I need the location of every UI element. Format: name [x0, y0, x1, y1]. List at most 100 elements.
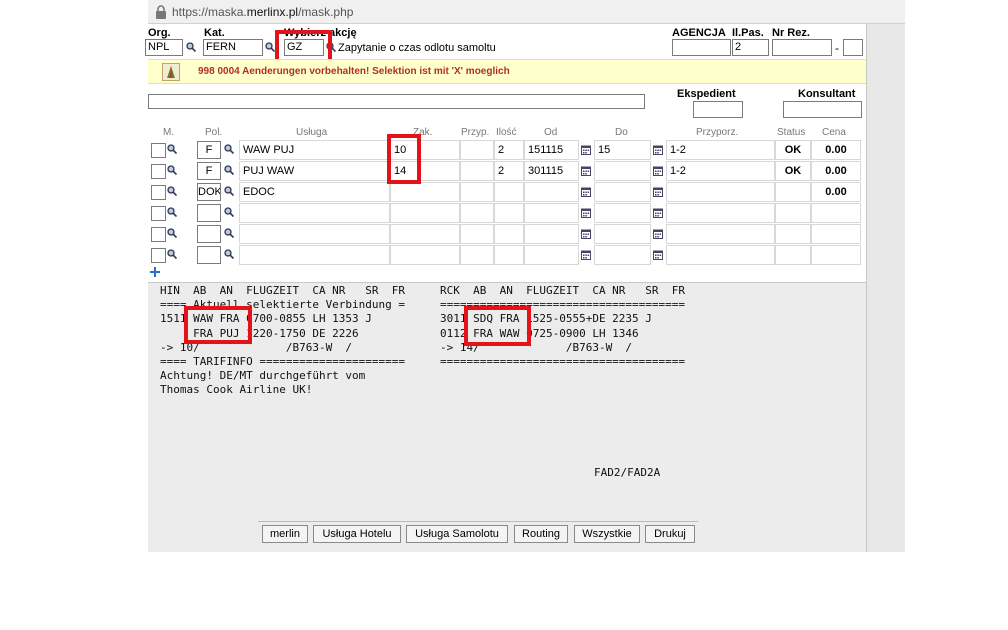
- ekspedient-field[interactable]: [693, 101, 743, 118]
- search-icon[interactable]: [224, 249, 235, 262]
- pol-field[interactable]: [197, 246, 221, 264]
- calendar-icon[interactable]: [653, 187, 663, 197]
- search-icon[interactable]: [167, 207, 178, 220]
- usluga-samolotu-button[interactable]: Usługa Samolotu: [406, 525, 508, 543]
- przyporz-cell[interactable]: [666, 203, 775, 223]
- row-mark-checkbox[interactable]: [151, 164, 166, 179]
- zak-cell[interactable]: [390, 224, 460, 244]
- calendar-icon[interactable]: [653, 145, 663, 155]
- calendar-icon[interactable]: [581, 166, 591, 176]
- konsultant-label: Konsultant: [798, 88, 856, 100]
- od-cell[interactable]: [524, 224, 579, 244]
- calendar-icon[interactable]: [653, 208, 663, 218]
- search-icon[interactable]: [186, 42, 196, 52]
- calendar-icon[interactable]: [653, 166, 663, 176]
- row-mark-checkbox[interactable]: [151, 143, 166, 158]
- calendar-icon[interactable]: [653, 229, 663, 239]
- nrrez-suffix-field[interactable]: [843, 39, 863, 56]
- ilosc-cell[interactable]: 2: [494, 140, 524, 160]
- search-icon[interactable]: [167, 165, 178, 178]
- przyp-cell[interactable]: [460, 161, 494, 181]
- do-cell[interactable]: [594, 182, 651, 202]
- org-field[interactable]: NPL: [145, 39, 183, 56]
- przyp-cell[interactable]: [460, 140, 494, 160]
- pol-field[interactable]: DOK: [197, 183, 221, 201]
- search-icon[interactable]: [224, 228, 235, 241]
- przyporz-cell[interactable]: 1-2: [666, 140, 775, 160]
- ilosc-cell[interactable]: [494, 245, 524, 265]
- od-cell[interactable]: 151115: [524, 140, 579, 160]
- calendar-icon[interactable]: [581, 208, 591, 218]
- przyp-cell[interactable]: [460, 245, 494, 265]
- ekspedient-label: Ekspedient: [677, 88, 736, 100]
- search-icon[interactable]: [167, 144, 178, 157]
- zak-cell[interactable]: [390, 245, 460, 265]
- status-cell: OK: [775, 161, 811, 181]
- plus-icon[interactable]: [150, 267, 160, 277]
- usluga-cell[interactable]: EDOC: [239, 182, 390, 202]
- pol-field[interactable]: F: [197, 162, 221, 180]
- zak-cell[interactable]: [390, 182, 460, 202]
- search-icon[interactable]: [167, 186, 178, 199]
- do-cell[interactable]: 15: [594, 140, 651, 160]
- routing-button[interactable]: Routing: [514, 525, 568, 543]
- pol-field[interactable]: [197, 225, 221, 243]
- ilosc-cell[interactable]: 2: [494, 161, 524, 181]
- usluga-cell[interactable]: [239, 203, 390, 223]
- przyporz-cell[interactable]: 1-2: [666, 161, 775, 181]
- usluga-hotelu-button[interactable]: Usługa Hotelu: [313, 525, 401, 543]
- od-cell[interactable]: 301115: [524, 161, 579, 181]
- search-icon[interactable]: [224, 165, 235, 178]
- przyporz-cell[interactable]: [666, 182, 775, 202]
- ilosc-cell[interactable]: [494, 203, 524, 223]
- calendar-icon[interactable]: [581, 250, 591, 260]
- calendar-icon[interactable]: [581, 187, 591, 197]
- ilpas-field[interactable]: 2: [732, 39, 769, 56]
- ilosc-cell[interactable]: [494, 224, 524, 244]
- agencja-field[interactable]: [672, 39, 731, 56]
- url-text[interactable]: https://maska.merlinx.pl/mask.php: [172, 5, 353, 19]
- przyporz-cell[interactable]: [666, 245, 775, 265]
- pol-field[interactable]: [197, 204, 221, 222]
- od-cell[interactable]: [524, 203, 579, 223]
- row-mark-checkbox[interactable]: [151, 248, 166, 263]
- zak-cell[interactable]: [390, 203, 460, 223]
- od-cell[interactable]: [524, 245, 579, 265]
- konsultant-field[interactable]: [783, 101, 862, 118]
- calendar-icon[interactable]: [581, 229, 591, 239]
- usluga-cell[interactable]: [239, 224, 390, 244]
- search-icon[interactable]: [224, 186, 235, 199]
- przyporz-cell[interactable]: [666, 224, 775, 244]
- browser-url-bar[interactable]: https://maska.merlinx.pl/mask.php: [148, 0, 905, 24]
- terminal-line-outbound: ==== TARIFINFO ======================: [160, 355, 406, 368]
- row-mark-checkbox[interactable]: [151, 206, 166, 221]
- search-icon[interactable]: [167, 249, 178, 262]
- ilosc-cell[interactable]: [494, 182, 524, 202]
- calendar-icon[interactable]: [653, 250, 663, 260]
- pol-field[interactable]: F: [197, 141, 221, 159]
- usluga-cell[interactable]: PUJ WAW: [239, 161, 390, 181]
- przyp-cell[interactable]: [460, 224, 494, 244]
- search-icon[interactable]: [224, 207, 235, 220]
- kat-field[interactable]: FERN: [203, 39, 263, 56]
- search-icon[interactable]: [265, 42, 275, 52]
- do-cell[interactable]: [594, 203, 651, 223]
- row-mark-checkbox[interactable]: [151, 227, 166, 242]
- usluga-cell[interactable]: [239, 245, 390, 265]
- nrrez-field[interactable]: [772, 39, 832, 56]
- merlin-button[interactable]: merlin: [262, 525, 308, 543]
- calendar-icon[interactable]: [581, 145, 591, 155]
- remarks-field[interactable]: [148, 94, 645, 109]
- do-cell[interactable]: [594, 245, 651, 265]
- wszystkie-button[interactable]: Wszystkie: [574, 525, 640, 543]
- do-cell[interactable]: [594, 161, 651, 181]
- od-cell[interactable]: [524, 182, 579, 202]
- przyp-cell[interactable]: [460, 182, 494, 202]
- row-mark-checkbox[interactable]: [151, 185, 166, 200]
- drukuj-button[interactable]: Drukuj: [645, 525, 695, 543]
- do-cell[interactable]: [594, 224, 651, 244]
- search-icon[interactable]: [167, 228, 178, 241]
- search-icon[interactable]: [224, 144, 235, 157]
- usluga-cell[interactable]: WAW PUJ: [239, 140, 390, 160]
- przyp-cell[interactable]: [460, 203, 494, 223]
